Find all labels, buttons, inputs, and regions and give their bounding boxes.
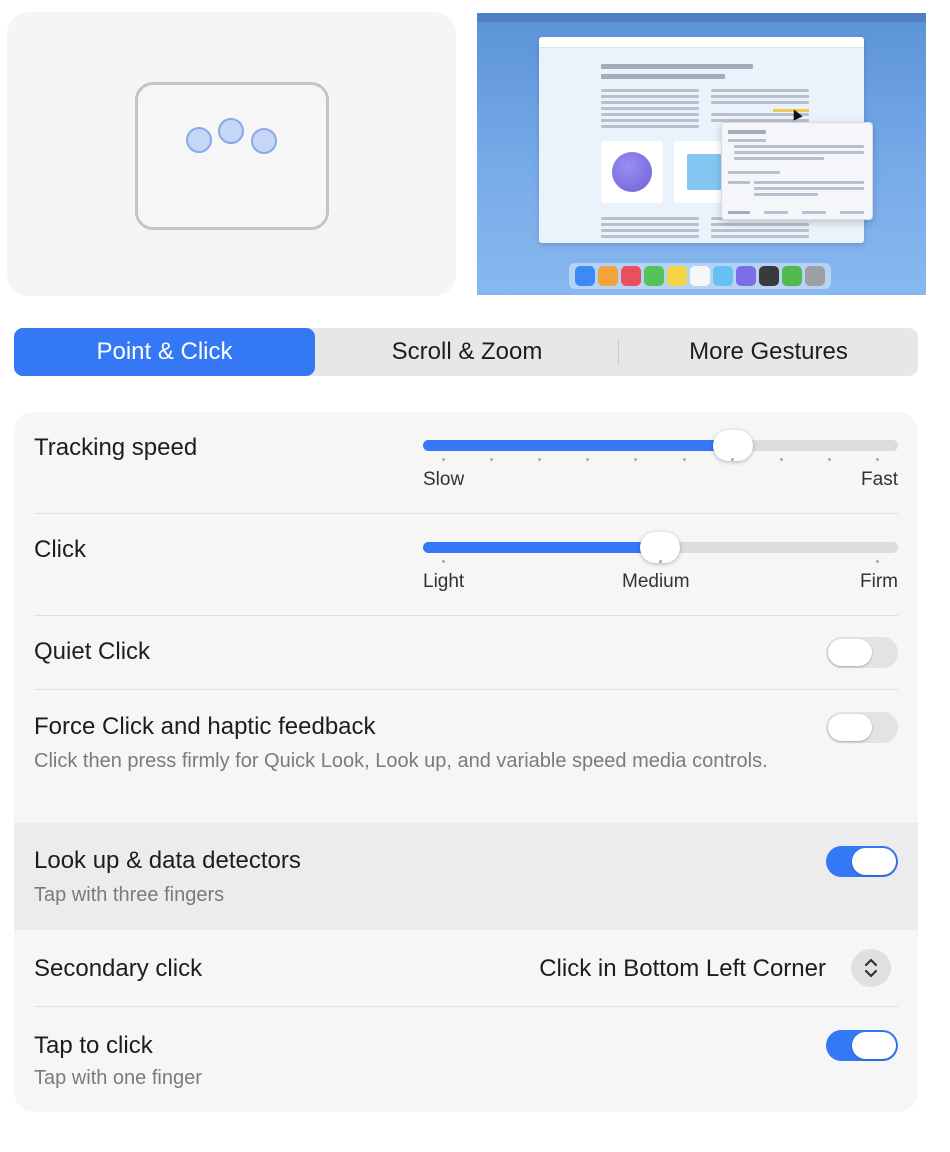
- trackpad-icon: [135, 82, 329, 230]
- gesture-preview: [7, 12, 456, 296]
- demo-lookup-popover: [721, 122, 873, 220]
- quiet-click-label: Quiet Click: [34, 638, 151, 665]
- tab-more-gestures[interactable]: More Gestures: [619, 328, 918, 376]
- secondary-click-row: Secondary click Click in Bottom Left Cor…: [14, 930, 918, 1007]
- quiet-click-row: Quiet Click: [14, 616, 918, 690]
- tap-to-click-label: Tap to click: [34, 1032, 153, 1059]
- look-up-label: Look up & data detectors: [34, 847, 301, 874]
- tab-point-and-click[interactable]: Point & Click: [14, 328, 315, 376]
- force-click-toggle[interactable]: [826, 712, 898, 743]
- demo-menubar: [477, 13, 926, 22]
- tap-to-click-row: Tap to click Tap with one finger: [14, 1007, 918, 1112]
- tracking-speed-slider[interactable]: [423, 430, 898, 461]
- force-click-description: Click then press firmly for Quick Look, …: [34, 750, 768, 772]
- click-label: Click: [34, 536, 86, 563]
- tap-to-click-toggle[interactable]: [826, 1030, 898, 1061]
- look-up-row: Look up & data detectors Tap with three …: [14, 823, 918, 930]
- quiet-click-toggle[interactable]: [826, 637, 898, 668]
- force-click-row: Force Click and haptic feedback Click th…: [14, 690, 918, 823]
- demo-square-icon: [687, 154, 723, 190]
- look-up-description: Tap with three fingers: [34, 884, 225, 906]
- finger-dot-icon: [251, 128, 277, 154]
- tap-to-click-description: Tap with one finger: [34, 1067, 202, 1089]
- finger-dot-icon: [218, 118, 244, 144]
- secondary-click-value[interactable]: Click in Bottom Left Corner: [539, 955, 826, 983]
- click-medium-label: Medium: [622, 571, 690, 592]
- gesture-demo-screenshot: [477, 13, 926, 295]
- click-firmness-knob[interactable]: [640, 532, 680, 563]
- click-row: Click Light Medium Firm: [14, 514, 918, 616]
- click-firmness-slider[interactable]: [423, 532, 898, 563]
- finger-dot-icon: [186, 127, 212, 153]
- click-firmness-fill: [423, 542, 660, 553]
- click-light-label: Light: [423, 571, 465, 592]
- chevron-up-down-icon[interactable]: [851, 949, 891, 987]
- tracking-speed-knob[interactable]: [713, 430, 753, 461]
- settings-panel: Tracking speed Slow Fast Click Light Med…: [14, 412, 918, 1112]
- tracking-speed-row: Tracking speed Slow Fast: [14, 412, 918, 514]
- tab-scroll-and-zoom[interactable]: Scroll & Zoom: [316, 328, 618, 376]
- tracking-speed-fill: [423, 440, 733, 451]
- tab-bar: Point & Click Scroll & Zoom More Gesture…: [14, 328, 918, 376]
- tracking-speed-min-label: Slow: [423, 469, 465, 490]
- force-click-label: Force Click and haptic feedback: [34, 713, 376, 740]
- tracking-speed-label: Tracking speed: [34, 434, 198, 461]
- demo-circle-icon: [612, 152, 652, 192]
- secondary-click-label: Secondary click: [34, 955, 203, 982]
- tracking-speed-max-label: Fast: [861, 469, 898, 490]
- click-firm-label: Firm: [860, 571, 898, 592]
- demo-dock: [569, 263, 831, 289]
- look-up-toggle[interactable]: [826, 846, 898, 877]
